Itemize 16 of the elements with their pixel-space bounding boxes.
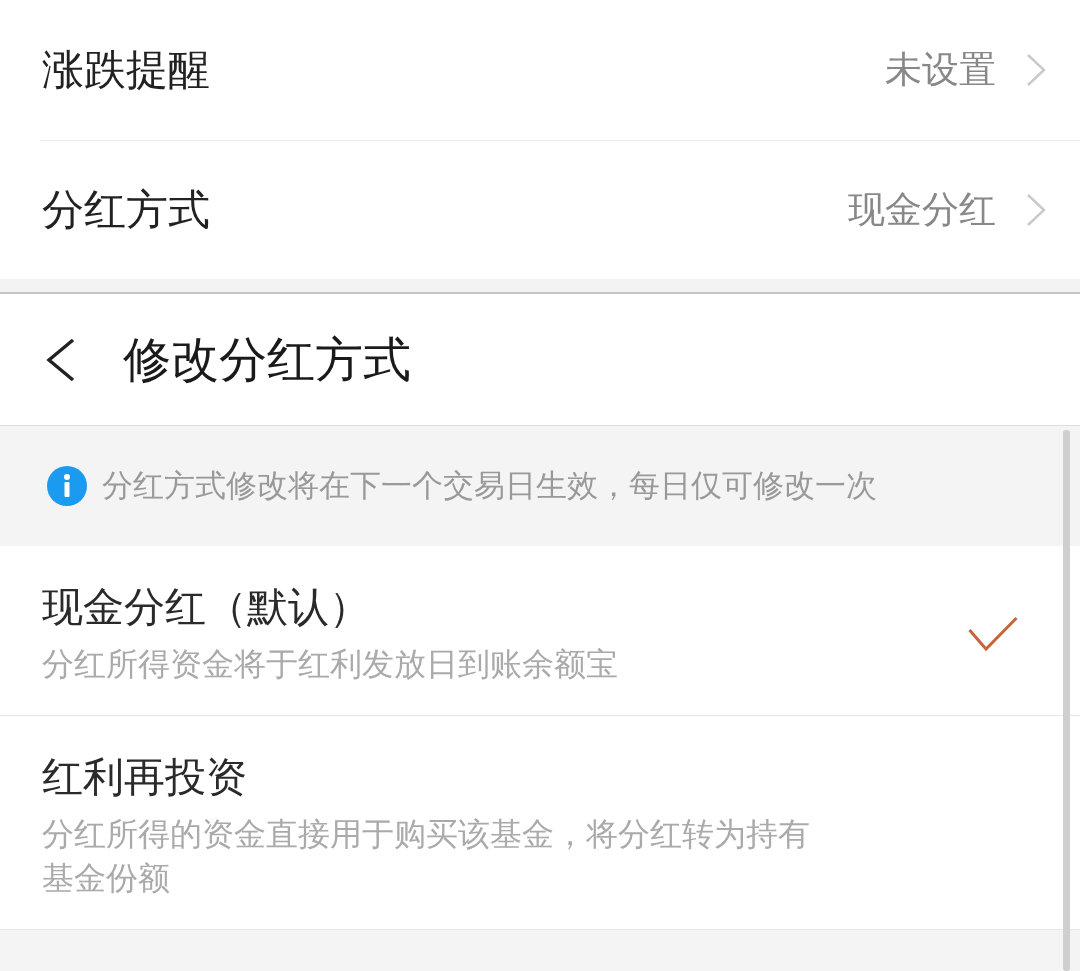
chevron-right-icon[interactable] [1026,193,1046,227]
dividend-option[interactable]: 红利再投资 分红所得的资金直接用于购买该基金，将分红转为持有基金份额 [0,716,1080,930]
setting-value: 未设置 [885,47,996,93]
option-title: 现金分红（默认） [42,582,370,632]
setting-value: 现金分红 [848,187,996,233]
notice-text: 分红方式修改将在下一个交易日生效，每日仅可修改一次 [102,466,877,505]
chevron-right-icon[interactable] [1026,53,1046,87]
page-title: 修改分红方式 [123,329,411,389]
option-description: 分红所得资金将于红利发放日到账余额宝 [42,644,618,685]
back-icon[interactable] [45,337,75,382]
setting-label: 分红方式 [42,184,210,236]
option-title: 红利再投资 [42,752,247,802]
option-description: 分红所得的资金直接用于购买该基金，将分红转为持有基金份额 [42,814,811,899]
setting-label: 涨跌提醒 [42,44,210,96]
dividend-option[interactable]: 现金分红（默认） 分红所得资金将于红利发放日到账余额宝 [0,546,1080,716]
info-icon [47,466,87,506]
